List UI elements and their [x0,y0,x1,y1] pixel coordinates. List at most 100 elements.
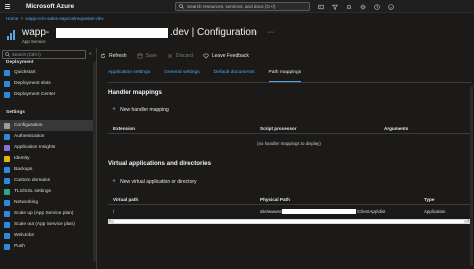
menu-icon[interactable] [2,0,12,13]
sidebar-item-custom-domains[interactable]: Custom domains [0,175,96,186]
cloud-shell-icon[interactable] [318,4,324,10]
tab-application-settings[interactable]: Application settings [108,70,150,79]
sidebar-item-label: Deployment Center [14,92,56,97]
breadcrumb-home-link[interactable]: Home [6,16,18,21]
virtual-path-cell: / [113,209,115,214]
column-header-physical-path[interactable]: Physical Path [260,197,290,202]
plus-icon: + [112,178,117,185]
sidebar-item-deployment-center[interactable]: Deployment Center [0,89,96,100]
save-icon [137,53,142,59]
page-title-prefix: wapp- [22,27,50,38]
networking-icon [4,199,10,206]
column-header-type[interactable]: Type [424,197,434,202]
resource-menu-sidebar: Search (Ctrl+/) « Deployment Quickstart D… [0,48,97,269]
sidebar-item-label: WebJobs [14,233,34,238]
sidebar-item-identity[interactable]: Identity [0,153,96,164]
handler-table-header-rule [108,133,470,134]
breadcrumb: Home > wapp-crm-sales-sapcostrequester-d… [6,16,104,21]
tab-general-settings[interactable]: General settings [164,70,200,79]
horizontal-scrollbar-thumb[interactable] [114,220,464,223]
settings-gear-icon[interactable] [360,3,366,10]
leave-feedback-label: Leave Feedback [211,53,249,59]
sidebar-item-label: Application Insights [14,145,56,150]
top-bar: Microsoft Azure Search resources, servic… [0,0,474,13]
sidebar-item-quickstart[interactable]: Quickstart [0,67,96,78]
discard-label: Discard [175,53,193,59]
discard-button[interactable]: Discard [167,53,193,59]
sidebar-item-push[interactable]: Push [0,241,96,252]
column-header-arguments[interactable]: Arguments [384,126,408,131]
sidebar-search-placeholder: Search (Ctrl+/) [12,52,41,57]
handler-mappings-title: Handler mappings [108,89,162,96]
sidebar-item-label: TLS/SSL settings [14,189,51,194]
main-scrollbar[interactable] [470,86,473,266]
new-virtual-application-label: New virtual application or directory [120,178,197,185]
page-header: wapp- .dev | Configuration App Service ☆… [6,26,474,46]
sidebar-item-backups[interactable]: Backups [0,164,96,175]
new-handler-mapping-label: New handler mapping [120,106,169,113]
brand-name[interactable]: Microsoft Azure [26,3,74,10]
sidebar-item-label: Quickstart [14,70,36,75]
discard-icon [167,53,172,59]
sidebar-scrollbar[interactable] [93,62,96,262]
type-cell: Application [424,209,446,214]
app-service-icon [7,30,15,40]
directory-filter-icon[interactable] [332,4,338,10]
domains-icon [4,177,10,184]
webjobs-icon [4,232,10,239]
refresh-button[interactable]: Refresh [100,53,127,59]
configuration-tabs: Application settings General settings De… [108,70,301,82]
breadcrumb-resource-link[interactable]: wapp-crm-sales-sapcostrequester-dev [26,16,104,21]
sidebar-item-scale-out-app-service-plan[interactable]: Scale out (App Service plan) [0,219,96,230]
backups-icon [4,166,10,173]
sidebar-item-label: Scale up (App Service plan) [14,211,74,216]
command-bar: Refresh Save Discard Leave Feedback [100,50,249,62]
column-header-extension[interactable]: Extension [113,126,135,131]
scroll-left-icon[interactable]: ‹ [109,218,111,224]
deployment-center-icon [4,91,10,98]
save-label: Save [145,53,157,59]
tab-default-documents[interactable]: Default documents [214,70,255,79]
pin-icon[interactable]: ☆ [252,29,258,37]
sidebar-search-input[interactable]: Search (Ctrl+/) [2,50,86,59]
save-button[interactable]: Save [137,53,157,59]
sidebar-item-label: Custom domains [14,178,50,183]
sidebar-item-scale-up-app-service-plan[interactable]: Scale up (App Service plan) [0,208,96,219]
account-redacted-area[interactable] [420,3,468,10]
insights-icon [4,144,10,151]
notifications-icon[interactable] [346,4,352,10]
sidebar-item-authentication[interactable]: Authentication [0,131,96,142]
sidebar-item-tls-ssl-settings[interactable]: TLS/SSL settings [0,186,96,197]
scale-out-icon [4,221,10,228]
sidebar-item-label: Push [14,244,25,249]
sidebar-item-label: Authentication [14,134,45,139]
sidebar-item-webjobs[interactable]: WebJobs [0,230,96,241]
feedback-smiley-icon[interactable] [388,3,394,10]
collapse-sidebar-icon[interactable]: « [89,51,92,57]
page-title-redacted [56,28,168,38]
tab-path-mappings[interactable]: Path mappings [268,70,301,82]
leave-feedback-button[interactable]: Leave Feedback [203,53,249,59]
heart-icon [203,53,209,59]
refresh-label: Refresh [109,53,127,59]
more-actions-icon[interactable]: ··· [267,29,274,37]
new-handler-mapping-button[interactable]: + New handler mapping [112,106,169,113]
sidebar-item-deployment-slots[interactable]: Deployment slots [0,78,96,89]
global-search-input[interactable]: Search resources, services, and docs (G+… [175,2,310,11]
physical-path-suffix: \ClientApp\dist [357,209,386,214]
sidebar-item-label: Backups [14,167,33,172]
help-icon[interactable] [374,3,380,10]
sidebar-item-label: Scale out (App Service plan) [14,222,75,227]
sidebar-item-application-insights[interactable]: Application Insights [0,142,96,153]
column-header-script-processor[interactable]: Script processor [260,126,297,131]
sidebar-item-configuration[interactable]: Configuration [0,120,96,131]
search-icon [5,52,10,57]
column-header-virtual-path[interactable]: Virtual path [113,197,138,202]
new-virtual-application-button[interactable]: + New virtual application or directory [112,178,197,185]
sidebar-heading-deployment: Deployment [6,60,34,65]
sidebar-item-networking[interactable]: Networking [0,197,96,208]
authentication-icon [4,133,10,140]
scroll-right-icon[interactable]: › [467,218,469,224]
horizontal-scrollbar[interactable]: ‹ › [108,218,470,224]
tabs-divider [108,82,472,83]
